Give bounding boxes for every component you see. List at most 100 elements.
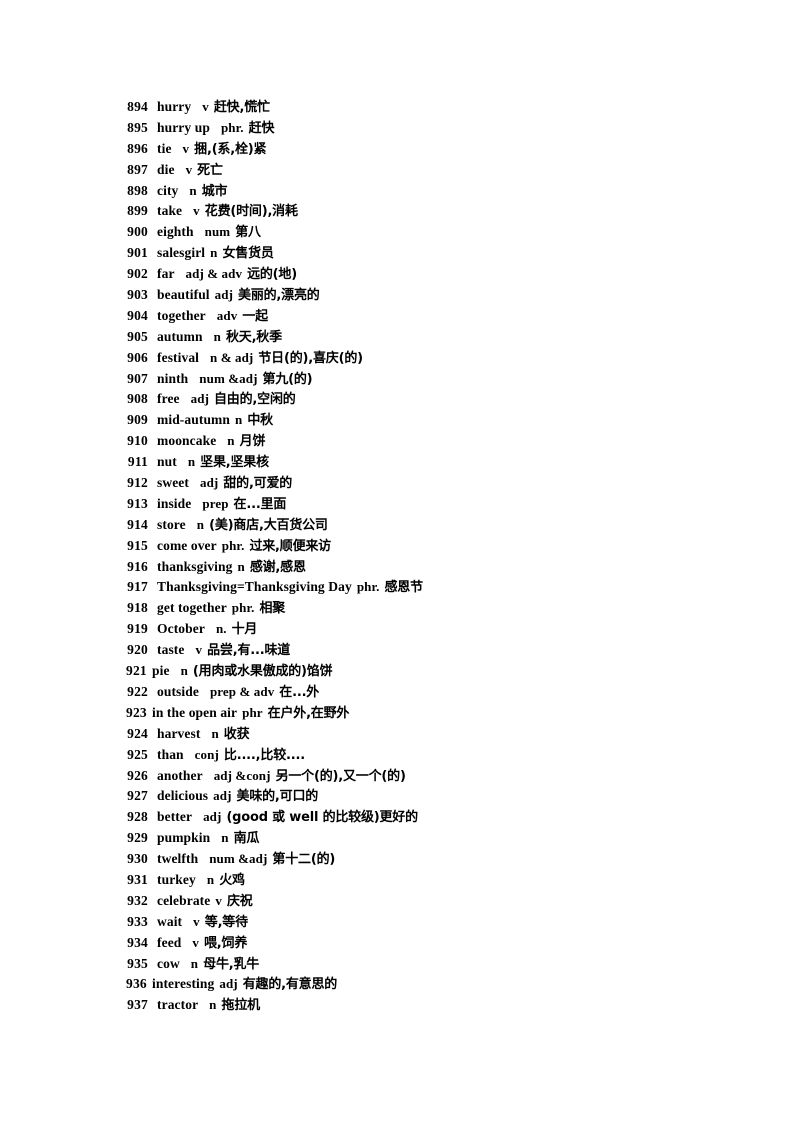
entry-word: outside — [157, 683, 199, 699]
entry-chinese-gloss: 拖拉机 — [221, 998, 261, 1014]
entry-number: 895 — [127, 119, 148, 135]
entry-part-of-speech: phr — [242, 704, 263, 720]
entry-part-of-speech: n — [211, 725, 219, 741]
entry-chinese-gloss: 秋天,秋季 — [225, 329, 282, 345]
entry-number: 908 — [127, 391, 148, 407]
entry-body: turkey n 火鸡 — [148, 870, 245, 892]
entry-word: die — [157, 161, 175, 177]
entry-word: celebrate — [157, 892, 211, 908]
vocabulary-entry: 904 together adv 一起 — [0, 306, 794, 327]
entry-number: 915 — [127, 537, 148, 553]
entry-body: far adj & adv 远的(地) — [148, 264, 297, 286]
entry-part-of-speech: num &adj — [199, 370, 258, 386]
entry-number: 937 — [127, 997, 148, 1013]
entry-part-of-speech: n. — [215, 621, 227, 637]
entry-body: inside prep 在...里面 — [148, 494, 286, 516]
entry-body: another adj &conj 另一个(的),又一个(的) — [148, 766, 406, 788]
entry-part-of-speech: n & adj — [210, 349, 254, 365]
entry-body: sweet adj 甜的,可爱的 — [148, 473, 292, 495]
entry-number: 913 — [127, 495, 148, 511]
entry-number: 932 — [127, 892, 148, 908]
entry-part-of-speech: n — [227, 433, 235, 449]
entry-number: 923 — [126, 704, 147, 720]
entry-part-of-speech: v — [193, 203, 200, 219]
entry-body: harvest n 收获 — [148, 724, 250, 746]
entry-word: interesting — [152, 976, 215, 992]
vocabulary-entry: 916 thanksgiving n 感谢,感恩 — [0, 557, 794, 578]
vocabulary-entry: 897 die v 死亡 — [0, 160, 794, 181]
entry-word: nut — [157, 454, 177, 470]
vocabulary-entry: 932 celebrate v 庆祝 — [0, 891, 794, 912]
entry-chinese-gloss: 第十二(的) — [272, 852, 336, 868]
entry-word: come over — [157, 537, 217, 553]
entry-body: mooncake n 月饼 — [148, 431, 265, 453]
vocabulary-entry: 907 ninth num &adj 第九(的) — [0, 369, 794, 390]
vocabulary-entry: 898 city n 城市 — [0, 181, 794, 202]
vocabulary-entry: 918 get together phr. 相聚 — [0, 598, 794, 619]
entry-part-of-speech: conj — [194, 746, 219, 762]
entry-word: Thanksgiving=Thanksgiving Day — [157, 579, 352, 595]
entry-part-of-speech: v — [193, 913, 200, 929]
vocabulary-entry: 915 come over phr. 过来,顺便来访 — [0, 536, 794, 557]
entry-body: take v 花费(时间),消耗 — [148, 201, 298, 223]
entry-part-of-speech: n — [209, 997, 217, 1013]
entry-chinese-gloss: 喂,饲养 — [204, 935, 248, 951]
entry-chinese-gloss: 比....,比较.... — [223, 747, 305, 763]
entry-chinese-gloss: 感谢,感恩 — [249, 559, 306, 575]
entry-chinese-gloss: 有趣的,有意思的 — [242, 977, 338, 993]
vocabulary-entry: 917 Thanksgiving=Thanksgiving Day phr. 感恩节 — [0, 577, 794, 598]
entry-number: 906 — [127, 349, 148, 365]
entry-chinese-gloss: 第八 — [235, 225, 261, 241]
entry-word: harvest — [157, 725, 201, 741]
vocabulary-entry: 934 feed v 喂,饲养 — [0, 933, 794, 954]
entry-body: tractor n 拖拉机 — [148, 995, 260, 1017]
entry-word: mooncake — [157, 433, 217, 449]
entry-word: sweet — [157, 475, 189, 491]
entry-body: thanksgiving n 感谢,感恩 — [148, 557, 306, 579]
entry-part-of-speech: adj — [213, 788, 232, 804]
vocabulary-entry: 921 pie n (用肉或水果傲成的)馅饼 — [0, 661, 794, 682]
entry-chinese-gloss: 远的(地) — [247, 267, 297, 283]
entry-number: 900 — [127, 224, 148, 240]
entry-number: 935 — [127, 955, 148, 971]
entry-number: 899 — [127, 203, 148, 219]
entry-number: 927 — [127, 788, 148, 804]
entry-word: far — [157, 266, 175, 282]
entry-number: 918 — [127, 600, 148, 616]
vocabulary-entry: 925 than conj 比....,比较.... — [0, 745, 794, 766]
vocabulary-entry: 909 mid-autumn n 中秋 — [0, 410, 794, 431]
entry-word: another — [157, 767, 203, 783]
entry-chinese-gloss: 节日(的),喜庆(的) — [258, 350, 363, 366]
entry-word: ninth — [157, 370, 189, 386]
vocabulary-entry: 910 mooncake n 月饼 — [0, 431, 794, 452]
vocabulary-entry: 899 take v 花费(时间),消耗 — [0, 201, 794, 222]
vocabulary-entry: 924 harvest n 收获 — [0, 724, 794, 745]
entry-number: 903 — [127, 287, 148, 303]
entry-number: 907 — [127, 370, 148, 386]
entry-word: thanksgiving — [157, 558, 233, 574]
entry-body: beautiful adj 美丽的,漂亮的 — [148, 285, 320, 307]
entry-chinese-gloss: 十月 — [231, 622, 258, 638]
entry-part-of-speech: adj & adv — [185, 266, 243, 282]
entry-chinese-gloss: 南瓜 — [233, 831, 260, 847]
vocabulary-entry: 896 tie v 捆,(系,栓)紧 — [0, 139, 794, 160]
entry-word: free — [157, 391, 180, 407]
entry-number: 902 — [127, 266, 148, 282]
entry-body: free adj 自由的,空闲的 — [148, 389, 296, 411]
vocabulary-entry: 926 another adj &conj 另一个(的),又一个(的) — [0, 766, 794, 787]
entry-part-of-speech: phr. — [231, 600, 255, 616]
entry-body: mid-autumn n 中秋 — [148, 410, 273, 432]
entry-body: pumpkin n 南瓜 — [148, 828, 259, 850]
entry-chinese-gloss: 母牛,乳牛 — [203, 956, 260, 972]
entry-word: delicious — [157, 788, 209, 804]
entry-number: 931 — [127, 871, 148, 887]
entry-number: 936 — [126, 976, 147, 992]
vocabulary-entry: 930 twelfth num &adj 第十二(的) — [0, 849, 794, 870]
entry-part-of-speech: n — [221, 830, 229, 846]
entry-word: than — [157, 746, 184, 762]
entry-body: taste v 品尝,有...味道 — [148, 640, 290, 662]
entry-part-of-speech: adj &conj — [213, 767, 271, 783]
entry-chinese-gloss: 美味的,可口的 — [236, 789, 319, 805]
entry-part-of-speech: prep — [202, 495, 229, 511]
entry-word: beautiful — [157, 287, 210, 303]
